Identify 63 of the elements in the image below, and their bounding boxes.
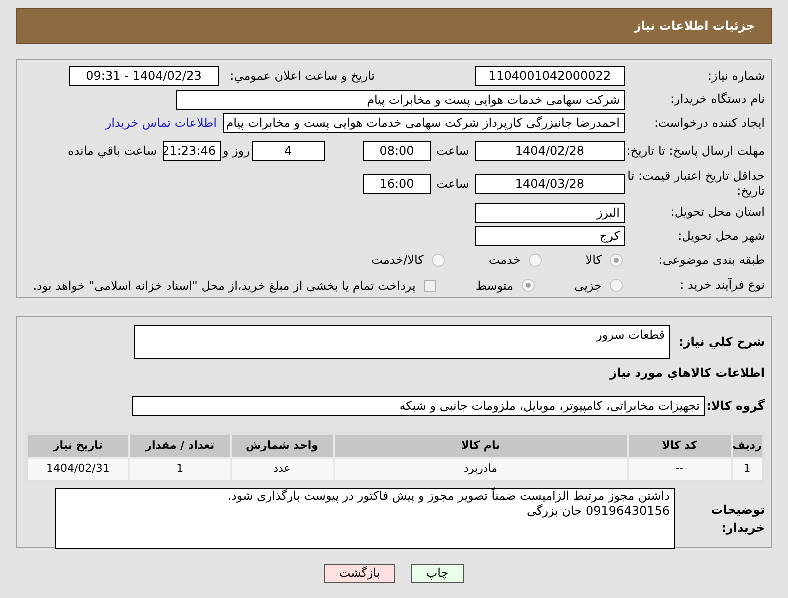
radio-button[interactable] [522, 279, 535, 292]
buyer-contact-link[interactable]: اطلاعات تماس خریدار [106, 114, 217, 132]
announce-date-field: 1404/02/23 - 09:31 [69, 66, 219, 86]
section-title: اطلاعات کالاهاي مورد نياز [608, 365, 765, 382]
table-cell: مادربرد [334, 458, 628, 482]
time-label: ساعت [436, 176, 470, 194]
field-label: مهلت ارسال پاسخ: تا تاریخ: [626, 144, 765, 159]
field-label: نام دستگاه خریدار: [670, 92, 765, 108]
field-label: طبقه بندی موضوعی: [658, 252, 765, 268]
field-label: توضیحات خریدار: [710, 502, 765, 536]
time-label: ساعت [436, 143, 470, 160]
radio-button[interactable] [610, 254, 623, 267]
creator-field: احمدرضا جانبزرگی کارپرداز شرکت سهامی خدمات هوایی پست و مخابرات پیام [223, 113, 625, 134]
radio-button[interactable] [528, 254, 542, 267]
city-field: کرج [475, 226, 625, 246]
goods-group-field: تجهیزات مخابراتی، کامپیوتر، موبایل، ملزومات جانبی و شبکه [132, 396, 705, 416]
field-label: ایجاد کننده درخواست: [653, 116, 765, 131]
table-cell: -- [628, 458, 732, 482]
deadline-time-field: 08:00 [363, 141, 431, 162]
column-header: تعداد / مقدار [129, 434, 231, 458]
radio-label: متوسط [476, 278, 514, 295]
checkbox[interactable] [424, 280, 436, 292]
field-label: گروه کالا: [706, 398, 765, 415]
column-header: تاریخ نیاز [26, 434, 130, 458]
radio-label: کالا [586, 252, 602, 270]
validity-time-field: 16:00 [363, 174, 431, 194]
field-label: تاریخ و ساعت اعلان عمومي: [229, 68, 375, 84]
days-field: 4 [252, 141, 325, 162]
page-title: جزئیات اطلاعات نیاز [634, 18, 755, 35]
need-number-field: 1104001042000022 [475, 66, 625, 86]
note-line: داشتن مجوز مرتبط الزامیست ضمناً تصویر مجوز و پیش فاکتور در پیوست بارگذاری شود. [226, 489, 670, 504]
notes-field[interactable]: داشتن مجوز مرتبط الزامیست ضمناً تصویر مجوز و پیش فاکتور در پیوست بارگذاری شود. 09196430156 جان بزرگی [55, 488, 675, 549]
column-header: نام کالا [334, 434, 628, 458]
description-field[interactable]: قطعات سرور [134, 325, 670, 359]
radio-button[interactable] [610, 279, 623, 292]
field-label: نوع فرآیند خرید : [679, 278, 765, 294]
field-label: شرح کلي نياز: [678, 334, 765, 351]
table-cell: 1404/02/31 [26, 458, 130, 482]
table-cell: 1 [129, 458, 231, 482]
remaining-time-field: 21:23:46 [163, 141, 221, 162]
radio-button[interactable] [432, 254, 445, 267]
back-button[interactable]: بازگشت [324, 564, 396, 583]
field-label: حداقل تاریخ اعتبار قیمت: تا تاریخ: [626, 169, 765, 200]
field-label: استان محل تحویل: [670, 205, 765, 220]
column-header: ردیف [732, 434, 764, 458]
note-line: 09196430156 جان بزرگی [526, 504, 670, 519]
radio-label: جزیی [574, 278, 602, 295]
table-cell: عدد [230, 458, 334, 482]
column-header: واحد شمارش [230, 434, 334, 458]
field-label: شماره نیاز: [707, 68, 765, 84]
validity-date-field: 1404/03/28 [475, 174, 625, 194]
field-label: شهر محل تحویل: [677, 228, 765, 244]
payment-note: پرداخت تمام یا بخشی از مبلغ خرید،از محل "اسناد خزانه اسلامی" خواهد بود. [33, 278, 416, 295]
province-field: البرز [475, 202, 625, 223]
radio-label: کالا/خدمت [372, 252, 424, 270]
radio-label: خدمت [488, 252, 521, 270]
remaining-label: ساعت باقي مانده [68, 143, 157, 160]
table-cell: 1 [732, 458, 764, 482]
print-button[interactable]: چاپ [411, 564, 464, 583]
buyer-field: شرکت سهامی خدمات هوایی پست و مخابرات پیام [176, 90, 625, 110]
days-label: روز و [222, 143, 251, 160]
deadline-date-field: 1404/02/28 [475, 141, 625, 162]
column-header: کد کالا [628, 434, 732, 458]
